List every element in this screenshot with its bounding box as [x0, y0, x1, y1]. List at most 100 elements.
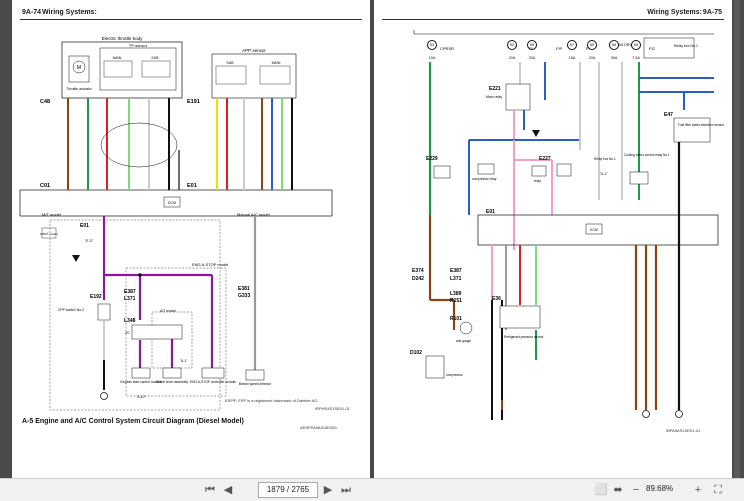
- tp-sensor-label: TP sensor: [129, 43, 148, 48]
- svg-text:L371: L371: [124, 296, 136, 302]
- svg-text:D102: D102: [410, 350, 422, 356]
- fit-width-icon[interactable]: ⬌: [612, 482, 624, 498]
- svg-text:Refrigerant pressure sensor: Refrigerant pressure sensor: [504, 335, 544, 339]
- zoom-level: 89.68%: [646, 484, 674, 493]
- svg-text:"A-1": "A-1": [180, 359, 188, 363]
- svg-text:APP sensor: APP sensor: [242, 48, 266, 53]
- fuse-52: 52 20A: [504, 40, 520, 62]
- zoom-in-icon[interactable]: +: [692, 482, 704, 498]
- ref-code-left: AENFPA5A513E009: [300, 425, 337, 430]
- next-page-icon[interactable]: ▶: [322, 482, 334, 498]
- svg-text:L389: L389: [450, 291, 462, 297]
- svg-text:E387: E387: [124, 289, 136, 295]
- svg-text:F/P: F/P: [556, 46, 563, 51]
- svg-text:Main relay: Main relay: [486, 95, 502, 99]
- fit-page-icon[interactable]: ⬜: [594, 482, 608, 498]
- svg-text:E192: E192: [90, 294, 102, 300]
- svg-text:E36: E36: [492, 296, 501, 302]
- page-number-input[interactable]: [258, 482, 318, 498]
- last-page-icon[interactable]: ⏭: [340, 482, 352, 498]
- fuse-60: 60 20A: [584, 40, 600, 62]
- svg-text:FI2: FI2: [649, 46, 656, 51]
- fuse-55: 55 20A: [524, 40, 540, 62]
- diagram-title: A-5 Engine and A/C Control System Circui…: [22, 418, 244, 425]
- svg-text:Cooling motor control relay No: Cooling motor control relay No.1: [624, 153, 670, 157]
- svg-text:MAIN: MAIN: [272, 61, 281, 65]
- fuse-amperage: 20A: [528, 56, 536, 60]
- svg-text:and gauge: and gauge: [456, 339, 471, 343]
- fuse-number: 58: [609, 40, 619, 50]
- image-code-left: IRPHS4S1SE01-01: [315, 406, 350, 411]
- svg-text:L348: L348: [124, 318, 136, 324]
- fuse-number: 55: [527, 40, 537, 50]
- first-page-icon[interactable]: ⏮: [204, 482, 216, 498]
- svg-text:relay: relay: [534, 179, 541, 183]
- svg-text:Relay box No.1: Relay box No.1: [674, 44, 698, 48]
- svg-text:ENG A-STOP model: ENG A-STOP model: [192, 262, 228, 267]
- fuse-number: 59: [631, 40, 641, 50]
- svg-text:Select lever assembly: Select lever assembly: [156, 380, 188, 384]
- svg-text:D242: D242: [412, 276, 424, 282]
- fuse-number: 60: [587, 40, 597, 50]
- svg-text:ECM: ECM: [168, 201, 176, 205]
- svg-text:R101: R101: [450, 316, 462, 322]
- svg-text:M: M: [77, 65, 81, 71]
- image-code-right: IBPA5AS1SE01-01: [666, 428, 701, 433]
- svg-text:ENG A-STOP controller module: ENG A-STOP controller module: [190, 380, 236, 384]
- svg-text:Blower speed selector: Blower speed selector: [239, 382, 272, 386]
- fuse-amperage: 15A: [568, 56, 576, 60]
- svg-text:CPP switch No.2: CPP switch No.2: [58, 308, 84, 312]
- svg-text:Relay box No.1: Relay box No.1: [594, 157, 616, 161]
- svg-text:SUB: SUB: [151, 56, 159, 60]
- document-page-right: Wiring Systems: 9A-75 Relay box No.1 CPR…: [374, 0, 732, 478]
- svg-text:M/T model: M/T model: [42, 212, 61, 217]
- svg-text:E381: E381: [238, 286, 250, 292]
- svg-text:compressor relay: compressor relay: [472, 177, 497, 181]
- pdf-viewer-toolbar: ⏮ ◀ ▶ ⏭ ⬜ ⬌ − 89.68% + ⛶: [0, 478, 744, 501]
- fuse-53: 53 10A: [424, 40, 440, 62]
- svg-text:MAIN: MAIN: [113, 56, 122, 60]
- wiring-diagram-right: Relay box No.1 CPRSR FI F/P FI INJ DRV F…: [410, 30, 725, 420]
- svg-text:E229: E229: [426, 156, 438, 162]
- svg-text:Manual A/C model: Manual A/C model: [237, 212, 270, 217]
- fuse-amperage: 10A: [428, 56, 436, 60]
- svg-text:G333: G333: [238, 293, 250, 299]
- svg-text:CPRSR: CPRSR: [440, 46, 454, 51]
- svg-text:J/C: J/C: [125, 331, 131, 335]
- fuse-number: 52: [507, 40, 517, 50]
- fuse-58: 58 30A: [606, 40, 622, 62]
- fuse-59: 59 7.5A: [628, 40, 644, 62]
- actuator-label: Throttle actuator: [66, 87, 92, 91]
- svg-text:ESP® model: ESP® model: [40, 232, 58, 236]
- svg-text:R151: R151: [450, 298, 462, 304]
- fullscreen-icon[interactable]: ⛶: [712, 482, 724, 498]
- svg-text:Fuel filter water detection se: Fuel filter water detection sensor: [678, 123, 725, 127]
- svg-text:E47: E47: [664, 112, 673, 118]
- fuse-amperage: 20A: [588, 56, 596, 60]
- svg-text:E01: E01: [187, 183, 197, 189]
- fuse-57: 57 15A: [564, 40, 580, 62]
- svg-text:C48: C48: [40, 99, 50, 105]
- footnote: ESP®: ESP is a registered trademark of D…: [225, 398, 319, 403]
- fuse-amperage: 7.5A: [632, 56, 640, 60]
- svg-text:C01: C01: [40, 183, 50, 189]
- svg-text:"A-1": "A-1": [600, 172, 607, 176]
- fuse-number: 53: [427, 40, 437, 50]
- svg-text:E221: E221: [489, 86, 501, 92]
- svg-text:E387: E387: [450, 268, 462, 274]
- svg-text:"E-3": "E-3": [85, 239, 94, 243]
- svg-text:E01: E01: [486, 209, 495, 215]
- svg-text:E01: E01: [80, 223, 89, 229]
- svg-text:A/T model: A/T model: [160, 309, 176, 313]
- svg-text:SUB: SUB: [226, 61, 234, 65]
- svg-text:"A-10": "A-10": [136, 395, 146, 399]
- zoom-out-icon[interactable]: −: [630, 482, 642, 498]
- previous-page-icon[interactable]: ◀: [222, 482, 234, 498]
- etb-label: Electric throttle body: [102, 36, 144, 41]
- svg-text:E374: E374: [412, 268, 424, 274]
- svg-text:E227: E227: [539, 156, 551, 162]
- svg-text:ECM: ECM: [590, 228, 598, 232]
- fuse-amperage: 30A: [610, 56, 618, 60]
- fuse-amperage: 20A: [508, 56, 516, 60]
- vertical-scrollbar[interactable]: [734, 0, 740, 478]
